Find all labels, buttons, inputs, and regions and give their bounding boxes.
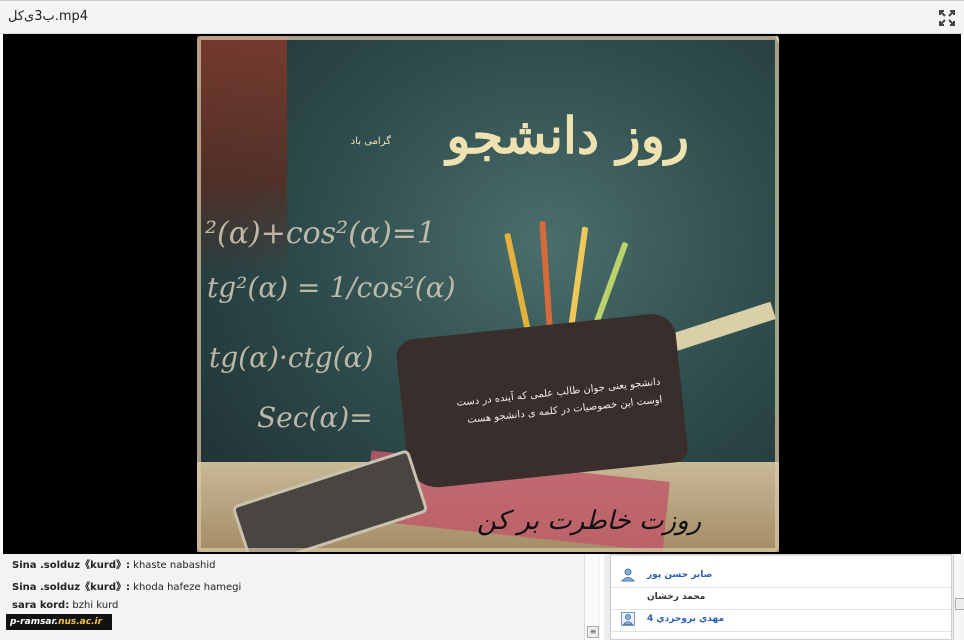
chat-message: Sina .solduz《kurd》: khoda hafeze hamegi <box>12 578 241 593</box>
window-title-bar: ب3ی‌کل.mp4 <box>0 0 964 34</box>
attendee-row[interactable]: محمد رخشان <box>611 587 951 610</box>
attendee-name: محمد رخشان <box>647 592 706 602</box>
list-item <box>611 555 951 556</box>
chat-messages[interactable]: Sina .solduz《kurd》: khaste nabashid Sina… <box>4 554 584 640</box>
scroll-grip-icon[interactable]: ≡ <box>587 626 599 638</box>
chat-text: bzhi kurd <box>72 600 119 611</box>
attendee-list[interactable]: صابر حسن پور محمد رخشان مهدي بروجردي 4 <box>610 554 952 640</box>
chat-message: Sina .solduz《kurd》: khaste nabashid <box>12 556 216 571</box>
chat-panel: Sina .solduz《kurd》: khaste nabashid Sina… <box>0 554 600 640</box>
attendee-scrollbar[interactable] <box>953 554 964 640</box>
site-logo: p-ramsar.nus.ac.ir <box>6 614 112 630</box>
chat-text: khaste nabashid <box>133 560 216 571</box>
scroll-grip-icon[interactable] <box>955 598 964 610</box>
attendee-name: صابر حسن پور <box>647 570 713 580</box>
attendee-row[interactable]: مهدي بروجردي 4 <box>611 609 951 632</box>
logo-prefix: p-ramsar. <box>10 617 59 627</box>
chat-message: sara kord: bzhi kurd <box>12 600 118 611</box>
chat-author: Sina .solduz《kurd》: <box>12 582 130 593</box>
video-frame: ²(α)+cos²(α)=1 tg²(α) = 1/cos²(α) tg(α)·… <box>197 36 779 552</box>
attendee-name: مهدي بروجردي 4 <box>647 614 725 624</box>
chat-author: sara kord: <box>12 600 70 611</box>
video-player[interactable]: ²(α)+cos²(α)=1 tg²(α) = 1/cos²(α) tg(α)·… <box>3 34 961 554</box>
attendee-panel: صابر حسن پور محمد رخشان مهدي بروجردي 4 <box>604 554 964 640</box>
chat-scrollbar[interactable]: ≡ <box>584 554 599 640</box>
video-file-title: ب3ی‌کل.mp4 <box>8 9 89 24</box>
expand-arrows-icon[interactable] <box>938 9 956 27</box>
chat-text: khoda hafeze hamegi <box>133 582 242 593</box>
user-icon <box>621 568 635 582</box>
attendee-row[interactable]: صابر حسن پور <box>611 565 951 588</box>
chat-author: Sina .solduz《kurd》: <box>12 560 130 571</box>
user-presenter-icon <box>621 612 635 626</box>
logo-suffix: nus.ac.ir <box>58 617 103 627</box>
frame-border <box>197 36 779 552</box>
